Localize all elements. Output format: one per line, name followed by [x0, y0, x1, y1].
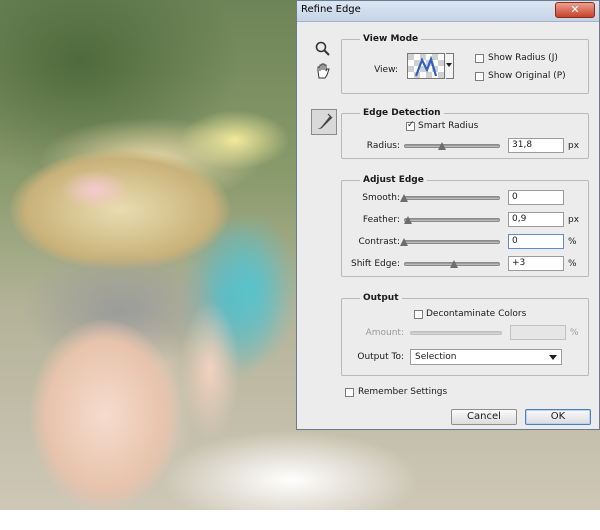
dialog-title: Refine Edge [301, 4, 361, 15]
decontaminate-checkbox[interactable] [414, 310, 423, 319]
chevron-down-icon [446, 63, 452, 67]
ok-button[interactable]: OK [525, 409, 591, 425]
edge-detection-group: Edge Detection Smart Radius Radius: 31,8… [341, 108, 589, 159]
yellow-feather [180, 110, 290, 170]
radius-slider[interactable] [404, 144, 500, 148]
remember-settings-label: Remember Settings [358, 387, 448, 397]
cancel-button[interactable]: Cancel [451, 409, 517, 425]
show-radius-label: Show Radius (J) [488, 53, 558, 63]
pink-flowers [60, 170, 130, 210]
feather-unit: px [568, 215, 580, 225]
radius-label: Radius: [366, 141, 400, 151]
refine-edge-dialog: Refine Edge ✕ View Mode View: Show Radiu… [296, 0, 600, 430]
amount-label: Amount: [365, 328, 404, 338]
view-dropdown-button[interactable] [446, 53, 454, 79]
output-to-label: Output To: [357, 352, 404, 362]
output-group: Output Decontaminate Colors Amount: % Ou… [341, 293, 589, 376]
contrast-field[interactable]: 0 [508, 234, 564, 249]
shift-edge-field[interactable]: +3 [508, 256, 564, 271]
face [30, 320, 180, 510]
smooth-slider[interactable] [404, 196, 500, 200]
refine-radius-brush-icon[interactable] [311, 109, 337, 135]
remember-settings-checkbox[interactable] [345, 388, 354, 397]
raised-hand [180, 300, 240, 440]
adjust-edge-group: Adjust Edge Smooth: 0 Feather: 0,9 px Co… [341, 175, 589, 277]
close-icon: ✕ [570, 3, 580, 16]
output-to-value: Selection [415, 352, 457, 362]
feather-slider-thumb[interactable] [403, 216, 412, 224]
view-thumbnail[interactable] [407, 53, 445, 79]
contrast-slider-thumb[interactable] [400, 238, 408, 246]
hand-icon[interactable] [313, 61, 335, 83]
feather-slider[interactable] [404, 218, 500, 222]
adjust-edge-title: Adjust Edge [360, 175, 427, 185]
shift-edge-slider-thumb[interactable] [449, 260, 458, 268]
output-title: Output [360, 293, 402, 303]
smooth-field[interactable]: 0 [508, 190, 564, 205]
zoom-icon[interactable] [313, 39, 335, 61]
amount-field[interactable] [510, 325, 566, 340]
smooth-label: Smooth: [362, 193, 400, 203]
contrast-unit: % [568, 237, 577, 247]
show-original-label: Show Original (P) [488, 71, 566, 81]
radius-unit: px [568, 141, 580, 151]
radius-slider-thumb[interactable] [438, 142, 447, 150]
view-mode-group: View Mode View: Show Radius (J) Show Ori… [341, 34, 589, 94]
view-label: View: [374, 65, 398, 75]
close-button[interactable]: ✕ [555, 2, 595, 18]
chevron-down-icon [549, 355, 557, 360]
feather-field[interactable]: 0,9 [508, 212, 564, 227]
feather-label: Feather: [362, 215, 400, 225]
smart-radius-label: Smart Radius [418, 121, 479, 131]
amount-unit: % [570, 328, 579, 338]
edge-detection-title: Edge Detection [360, 108, 444, 118]
view-mode-title: View Mode [360, 34, 422, 44]
contrast-slider[interactable] [404, 240, 500, 244]
smooth-slider-thumb[interactable] [400, 194, 408, 202]
output-to-select[interactable]: Selection [410, 349, 562, 365]
shift-edge-label: Shift Edge: [351, 259, 400, 269]
contrast-label: Contrast: [358, 237, 401, 247]
white-ruffle [160, 430, 420, 530]
radius-field[interactable]: 31,8 [508, 138, 564, 153]
decontaminate-label: Decontaminate Colors [426, 309, 527, 319]
shift-edge-unit: % [568, 259, 577, 269]
show-radius-checkbox[interactable] [475, 54, 484, 63]
show-original-checkbox[interactable] [475, 72, 484, 81]
smart-radius-checkbox[interactable] [406, 120, 415, 131]
amount-slider[interactable] [410, 331, 502, 335]
title-bar[interactable]: Refine Edge ✕ [297, 1, 599, 22]
